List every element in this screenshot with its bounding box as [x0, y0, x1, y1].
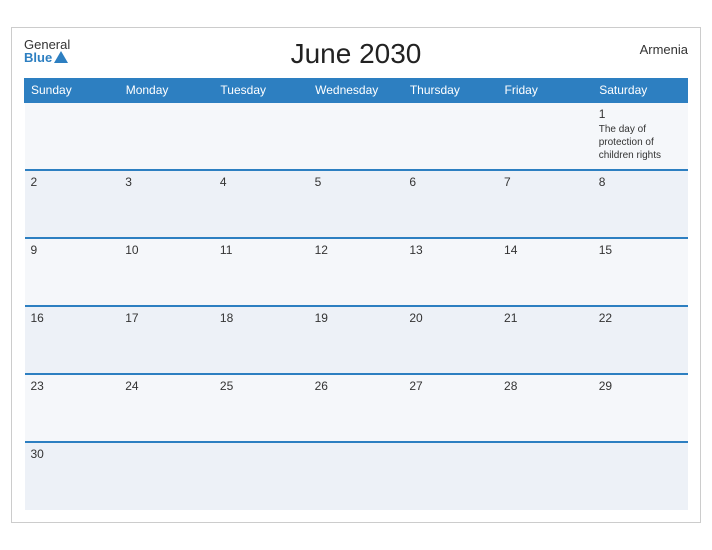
calendar-cell: 20 [403, 306, 498, 374]
calendar-week-row: 30 [25, 442, 688, 510]
day-number: 28 [504, 379, 587, 393]
calendar-week-row: 23 24 25 26 27 28 29 [25, 374, 688, 442]
calendar-cell: 29 [593, 374, 688, 442]
calendar-cell [119, 102, 214, 170]
logo-blue-text: Blue [24, 51, 70, 64]
day-number: 22 [599, 311, 682, 325]
calendar-cell: 8 [593, 170, 688, 238]
calendar-cell [214, 102, 309, 170]
holiday-text: The day of protection of children rights [599, 123, 682, 162]
day-number: 8 [599, 175, 682, 189]
day-number: 20 [409, 311, 492, 325]
calendar-header: General Blue June 2030 Armenia [24, 38, 688, 70]
calendar-cell [309, 102, 404, 170]
day-number: 10 [125, 243, 208, 257]
calendar-cell: 1 The day of protection of children right… [593, 102, 688, 170]
calendar-cell: 21 [498, 306, 593, 374]
calendar-body: 1 The day of protection of children right… [25, 102, 688, 510]
calendar-cell [119, 442, 214, 510]
calendar-cell: 4 [214, 170, 309, 238]
day-number: 4 [220, 175, 303, 189]
day-number: 19 [315, 311, 398, 325]
calendar-cell: 6 [403, 170, 498, 238]
calendar-cell: 19 [309, 306, 404, 374]
day-number: 14 [504, 243, 587, 257]
calendar-cell [309, 442, 404, 510]
day-number: 29 [599, 379, 682, 393]
header-sunday: Sunday [25, 79, 120, 103]
day-number: 25 [220, 379, 303, 393]
country-label: Armenia [640, 42, 688, 57]
calendar-cell: 9 [25, 238, 120, 306]
calendar-container: General Blue June 2030 Armenia Sunday Mo… [11, 27, 701, 523]
header-friday: Friday [498, 79, 593, 103]
calendar-cell: 25 [214, 374, 309, 442]
weekday-header-row: Sunday Monday Tuesday Wednesday Thursday… [25, 79, 688, 103]
day-number: 24 [125, 379, 208, 393]
day-number: 23 [31, 379, 114, 393]
day-number: 27 [409, 379, 492, 393]
day-number: 17 [125, 311, 208, 325]
calendar-cell: 14 [498, 238, 593, 306]
day-number: 6 [409, 175, 492, 189]
day-number: 5 [315, 175, 398, 189]
header-saturday: Saturday [593, 79, 688, 103]
day-number: 15 [599, 243, 682, 257]
day-number: 3 [125, 175, 208, 189]
calendar-cell [498, 442, 593, 510]
calendar-cell: 18 [214, 306, 309, 374]
calendar-title: June 2030 [291, 38, 422, 70]
calendar-cell: 5 [309, 170, 404, 238]
calendar-cell: 13 [403, 238, 498, 306]
calendar-cell: 15 [593, 238, 688, 306]
calendar-cell [403, 102, 498, 170]
day-number: 26 [315, 379, 398, 393]
day-number: 2 [31, 175, 114, 189]
logo-triangle-icon [54, 51, 68, 63]
day-number: 30 [31, 447, 114, 461]
calendar-cell: 17 [119, 306, 214, 374]
calendar-cell: 22 [593, 306, 688, 374]
calendar-cell: 12 [309, 238, 404, 306]
calendar-cell [25, 102, 120, 170]
day-number: 12 [315, 243, 398, 257]
calendar-table: Sunday Monday Tuesday Wednesday Thursday… [24, 78, 688, 510]
calendar-cell: 3 [119, 170, 214, 238]
calendar-cell: 28 [498, 374, 593, 442]
calendar-cell: 27 [403, 374, 498, 442]
calendar-week-row: 1 The day of protection of children right… [25, 102, 688, 170]
calendar-cell: 24 [119, 374, 214, 442]
calendar-cell [214, 442, 309, 510]
day-number: 21 [504, 311, 587, 325]
calendar-cell [498, 102, 593, 170]
calendar-cell [403, 442, 498, 510]
logo: General Blue [24, 38, 70, 64]
header-wednesday: Wednesday [309, 79, 404, 103]
day-number: 16 [31, 311, 114, 325]
header-tuesday: Tuesday [214, 79, 309, 103]
day-number: 13 [409, 243, 492, 257]
calendar-cell: 26 [309, 374, 404, 442]
header-monday: Monday [119, 79, 214, 103]
calendar-cell: 10 [119, 238, 214, 306]
calendar-cell: 7 [498, 170, 593, 238]
day-number: 1 [599, 107, 682, 121]
calendar-cell: 2 [25, 170, 120, 238]
calendar-week-row: 16 17 18 19 20 21 22 [25, 306, 688, 374]
calendar-cell [593, 442, 688, 510]
day-number: 18 [220, 311, 303, 325]
calendar-cell: 11 [214, 238, 309, 306]
day-number: 11 [220, 243, 303, 257]
calendar-cell: 23 [25, 374, 120, 442]
day-number: 9 [31, 243, 114, 257]
calendar-cell: 30 [25, 442, 120, 510]
calendar-cell: 16 [25, 306, 120, 374]
calendar-week-row: 9 10 11 12 13 14 15 [25, 238, 688, 306]
header-thursday: Thursday [403, 79, 498, 103]
day-number: 7 [504, 175, 587, 189]
calendar-week-row: 2345678 [25, 170, 688, 238]
